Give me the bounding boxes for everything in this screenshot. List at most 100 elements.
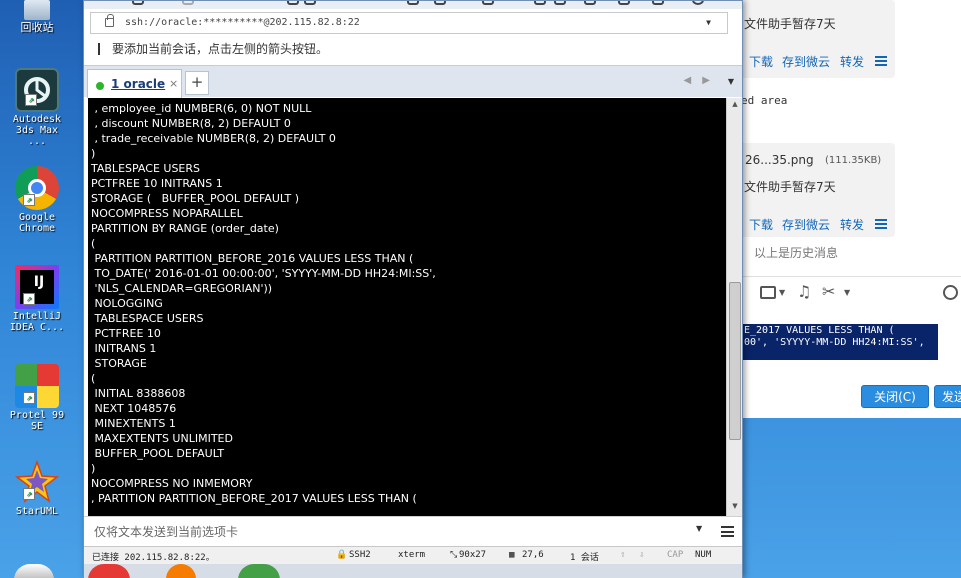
chat-storage-note: 文件助手暂存7天	[744, 17, 836, 31]
chat-storage-note-2: 文件助手暂存7天	[744, 180, 836, 194]
terminal-screen[interactable]: , employee_id NUMBER(6, 0) NOT NULL , di…	[88, 98, 726, 516]
terminal-size-status: 90x27	[459, 550, 487, 560]
help-icon[interactable]	[692, 1, 704, 5]
terminal-line: TABLESPACE USERS	[91, 162, 200, 175]
desktop-icon-staruml[interactable]: ↗ StarUML	[4, 459, 70, 517]
3ds-max-icon: ↗	[15, 68, 59, 112]
send-text-input[interactable]: 仅将文本发送到当前选项卡	[94, 523, 238, 540]
chat-save-cloud-link-2[interactable]: 存到微云	[782, 216, 830, 233]
terminal-line: PARTITION BY RANGE (order_date)	[91, 222, 279, 235]
protocol-status: SSH2	[349, 550, 371, 560]
keyboard-icon[interactable]	[584, 1, 596, 5]
scroll-up-icon[interactable]: ▲	[730, 100, 740, 112]
chat-save-cloud-link[interactable]: 存到微云	[782, 53, 830, 70]
cursor-position-status: 27,6	[522, 550, 544, 560]
terminal-line: PARTITION PARTITION_BEFORE_2016 VALUES L…	[91, 252, 414, 265]
address-bar[interactable]: ssh://oracle:**********@202.115.82.8:22 …	[90, 12, 728, 34]
chat-text-fragment: ed area	[741, 94, 788, 107]
tab-oracle[interactable]: 1 oracle ×	[87, 69, 182, 98]
desktop-icon-recycle-bin[interactable]: 回收站	[4, 0, 70, 33]
terminal-line: (	[91, 372, 96, 385]
upload-icon: ⇧	[620, 550, 626, 560]
new-session-icon[interactable]	[132, 1, 144, 5]
chat-forward-link-2[interactable]: 转发	[840, 216, 864, 233]
terminal-line: STORAGE	[91, 357, 147, 370]
chat-close-button[interactable]: 关闭(C)	[861, 385, 929, 408]
terminal-line: NEXT 1048576	[91, 402, 177, 415]
sftp-icon[interactable]	[554, 1, 566, 5]
desktop-icon-chrome[interactable]: ↗ Google Chrome	[4, 166, 70, 234]
terminal-scrollbar[interactable]: ▲ ▼	[726, 98, 742, 516]
chat-file-size: (111.35KB)	[825, 155, 882, 166]
address-dropdown-icon[interactable]: ▼	[706, 13, 711, 33]
music-icon[interactable]: ♫	[797, 282, 811, 301]
terminal-line: , discount NUMBER(8, 2) DEFAULT 0	[91, 117, 291, 130]
fullscreen-icon[interactable]	[652, 1, 664, 5]
desktop-icon-label: StarUML	[15, 506, 59, 517]
recycle-bin-icon	[24, 0, 50, 20]
chat-download-link[interactable]: 下载	[749, 53, 773, 70]
chat-forward-link[interactable]: 转发	[840, 53, 864, 70]
connected-status-icon	[96, 82, 104, 90]
chat-selected-text[interactable]: E_2017 VALUES LESS THAN ( 00', 'SYYYY-MM…	[742, 324, 938, 360]
tab-scroll-arrows[interactable]: ◀ ▶	[683, 75, 714, 86]
lock-icon	[105, 14, 114, 27]
add-tab-button[interactable]: +	[185, 71, 209, 95]
num-lock-status: NUM	[695, 550, 712, 560]
terminal-output: , employee_id NUMBER(6, 0) NOT NULL , di…	[88, 98, 726, 506]
refresh-icon[interactable]	[482, 1, 494, 5]
terminal-line: TABLESPACE USERS	[91, 312, 204, 325]
image-dropdown-icon[interactable]: ▼	[779, 288, 785, 297]
reconnect-icon[interactable]	[182, 1, 194, 5]
staruml-icon: ↗	[14, 459, 60, 504]
chat-download-link-2[interactable]: 下载	[749, 216, 773, 233]
terminal-line: BUFFER_POOL DEFAULT	[91, 447, 225, 460]
scissors-dropdown-icon[interactable]: ▼	[844, 288, 850, 297]
chat-send-button[interactable]: 发送	[934, 385, 961, 408]
transfer-icon[interactable]	[534, 1, 546, 5]
desktop-icon-intellij[interactable]: IJ ↗ IntelliJ IDEA C...	[4, 265, 70, 333]
send-menu-icon[interactable]	[721, 526, 734, 537]
tab-menu-icon[interactable]: ▼	[728, 77, 734, 86]
terminal-line: , employee_id NUMBER(6, 0) NOT NULL	[91, 102, 312, 115]
terminal-line: NOLOGGING	[91, 297, 163, 310]
scissors-icon[interactable]: ✂	[822, 282, 835, 301]
toolbar	[84, 1, 742, 9]
image-icon[interactable]	[760, 286, 776, 299]
terminal-line: PCTFREE 10	[91, 327, 161, 340]
cursor-icon: ▦	[509, 550, 515, 560]
chat-menu-icon-2[interactable]	[875, 219, 887, 229]
tab-label: 1 oracle	[111, 77, 166, 91]
search-icon[interactable]	[304, 1, 316, 5]
desktop-icon-protel[interactable]: ↗ Protel 99 SE	[4, 364, 70, 432]
resize-icon: ⤡	[450, 550, 458, 560]
clock-icon[interactable]	[943, 285, 958, 300]
chat-file-name[interactable]: 26...35.png	[745, 153, 814, 167]
font-icon[interactable]	[434, 1, 446, 5]
terminal-line: INITIAL 8388608	[91, 387, 186, 400]
chat-menu-icon[interactable]	[875, 56, 887, 66]
desktop-icon-label: Autodesk 3ds Max ...	[12, 114, 62, 147]
terminal-line: )	[91, 462, 96, 475]
send-dropdown-icon[interactable]: ▼	[696, 524, 702, 533]
scrollbar-thumb[interactable]	[729, 282, 741, 440]
terminal-line: NOCOMPRESS NOPARALLEL	[91, 207, 243, 220]
terminal-line: TO_DATE(' 2016-01-01 00:00:00', 'SYYYY-M…	[91, 267, 436, 280]
lock-toolbar-icon[interactable]	[618, 1, 630, 5]
terminal-window: ssh://oracle:**********@202.115.82.8:22 …	[83, 0, 743, 578]
terminal-line: NOCOMPRESS NO INMEMORY	[91, 477, 253, 490]
tab-close-icon[interactable]: ×	[169, 77, 178, 90]
download-icon: ⇩	[639, 550, 645, 560]
session-hint: 要添加当前会话，点击左侧的箭头按钮。	[98, 40, 328, 57]
desktop-icon-3ds-max[interactable]: ↗ Autodesk 3ds Max ...	[4, 68, 70, 147]
status-bar: 已连接 202.115.82.8:22。 🔒 SSH2 xterm ⤡ 90x2…	[84, 546, 742, 564]
scroll-down-icon[interactable]: ▼	[730, 502, 740, 514]
chrome-icon: ↗	[15, 166, 59, 210]
terminal-line: INITRANS 1	[91, 342, 157, 355]
arrow-icon[interactable]	[98, 43, 108, 55]
terminal-line: (	[91, 237, 96, 250]
copy-icon[interactable]	[287, 1, 299, 5]
settings-icon[interactable]	[407, 1, 419, 5]
lock-status-icon: 🔒	[336, 550, 348, 560]
terminal-line: , PARTITION PARTITION_BEFORE_2017 VALUES…	[91, 492, 417, 505]
